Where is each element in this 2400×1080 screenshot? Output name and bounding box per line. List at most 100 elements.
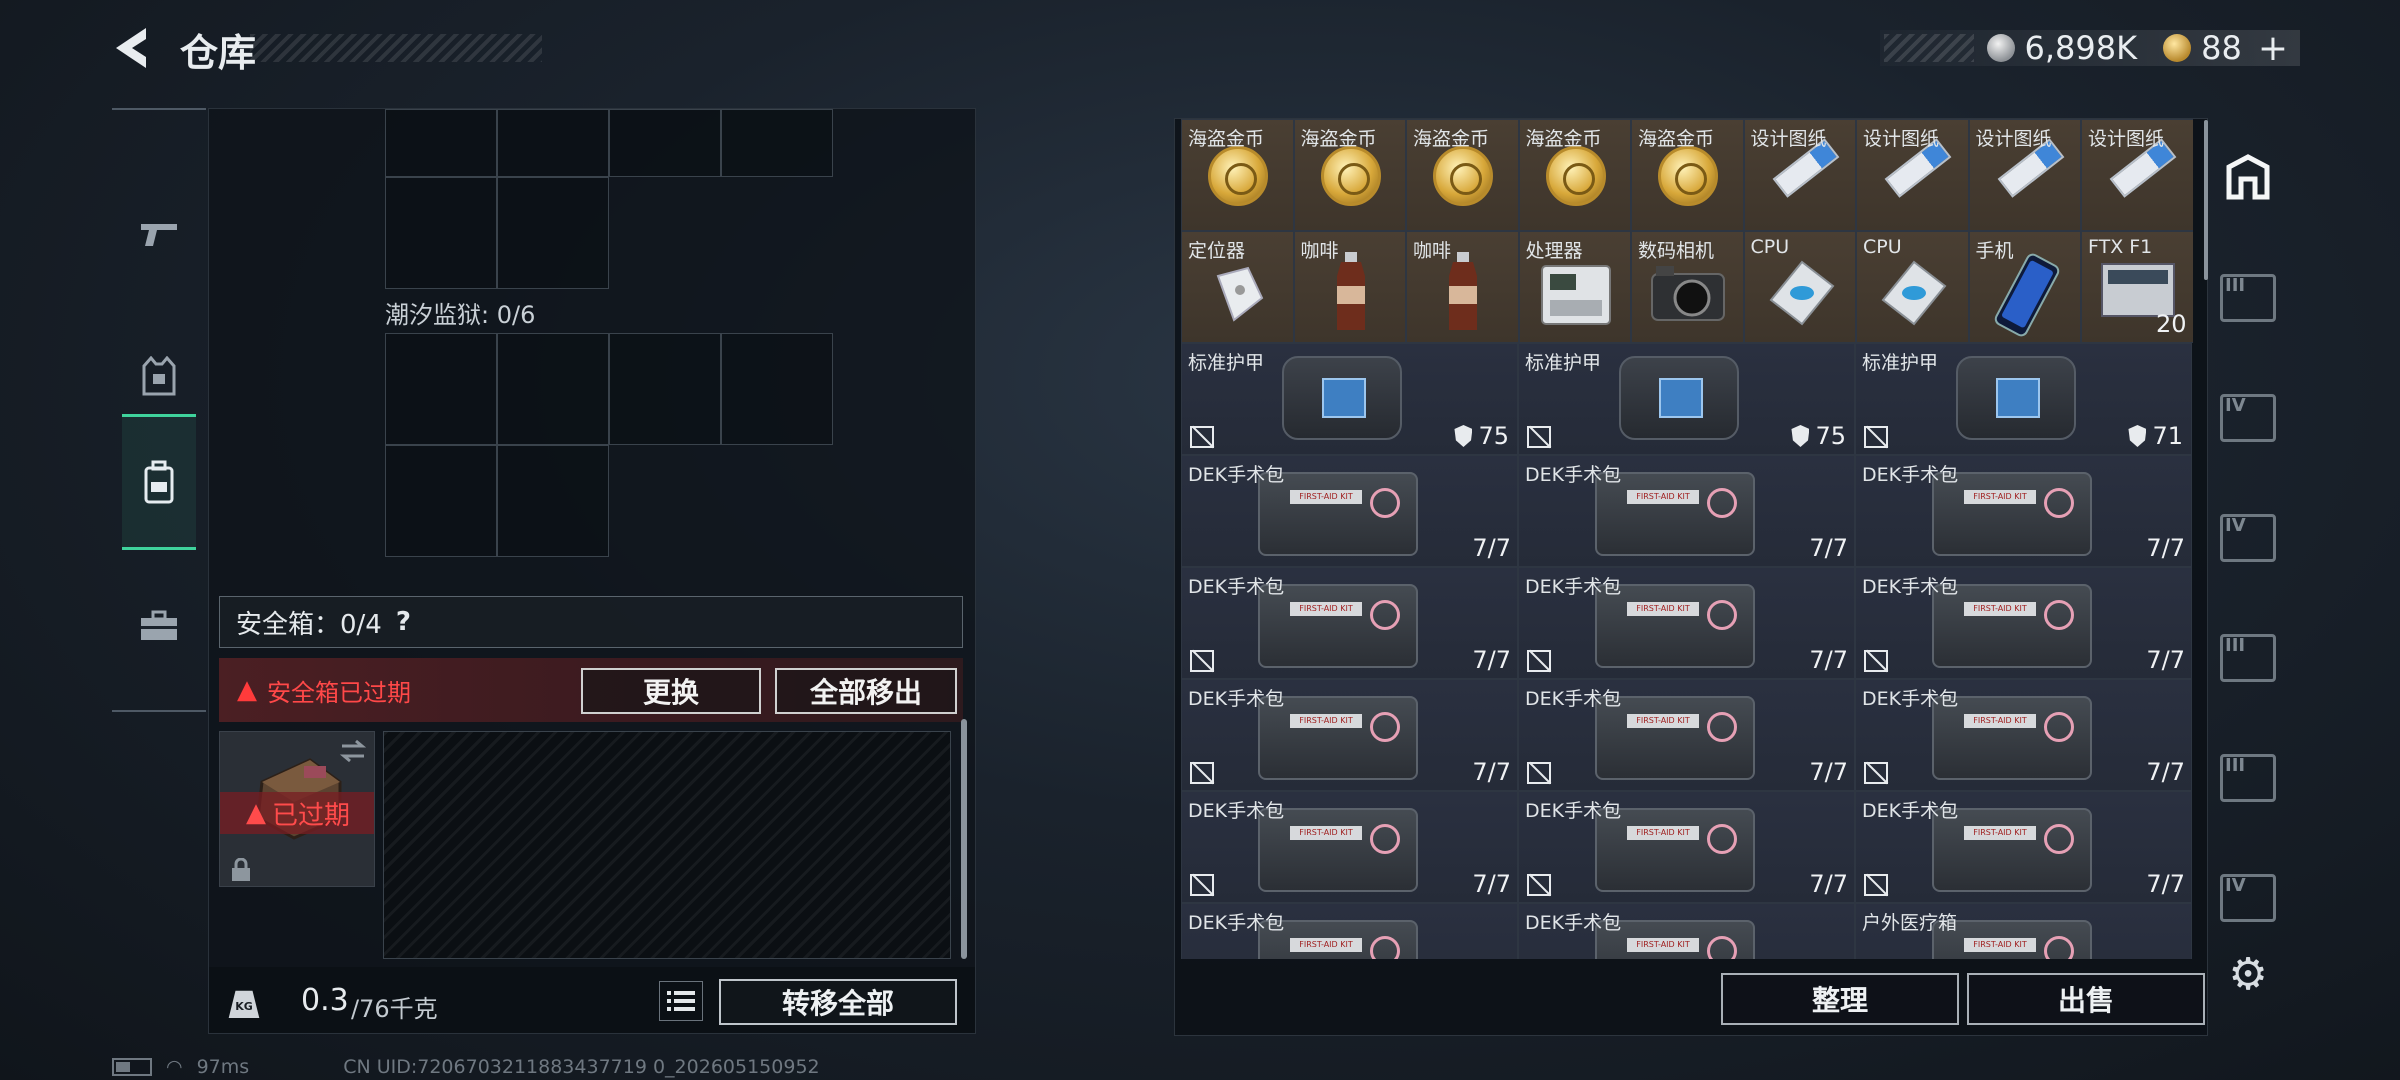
filter-tab-tier-3-c[interactable]: III — [2214, 728, 2282, 828]
container-slot[interactable] — [497, 109, 609, 177]
inventory-item[interactable]: 咖啡 — [1293, 231, 1406, 343]
armor-item[interactable]: 标准护甲 71 — [1855, 343, 2192, 455]
medkit-item[interactable]: FIRST-AID KIT DEK手术包 7/7 — [1181, 455, 1518, 567]
kit-label: FIRST-AID KIT — [1627, 714, 1699, 728]
filter-tab-all[interactable] — [2214, 128, 2282, 228]
sell-button[interactable]: 出售 — [1967, 973, 2205, 1025]
category-nav — [112, 108, 206, 712]
help-button[interactable]: ? — [396, 607, 411, 637]
add-currency-button[interactable]: + — [2258, 28, 2288, 69]
armor-item[interactable]: 标准护甲 75 — [1181, 343, 1518, 455]
list-icon — [667, 991, 695, 1011]
item-name: DEK手术包 — [1188, 912, 1285, 934]
no-trade-icon — [1864, 762, 1888, 784]
medkit-item[interactable]: FIRST-AID KIT DEK手术包 7/7 — [1855, 455, 2192, 567]
gold-coin-icon — [2163, 34, 2192, 62]
transfer-all-button[interactable]: 转移全部 — [719, 979, 957, 1025]
container-slot[interactable] — [385, 333, 497, 445]
replace-button[interactable]: 更换 — [581, 668, 761, 714]
inventory-item[interactable]: 定位器 — [1181, 231, 1294, 343]
medkit-item[interactable]: FIRST-AID KIT DEK手术包 7/7 — [1181, 679, 1518, 791]
container-slot[interactable] — [385, 109, 497, 177]
armor-durability: 75 — [1791, 422, 1846, 450]
container-slot[interactable] — [609, 109, 721, 177]
medkit-item[interactable]: FIRST-AID KIT DEK手术包 7/7 — [1518, 791, 1855, 903]
item-name: 设计图纸 — [1863, 128, 1940, 150]
container-slot[interactable] — [497, 333, 609, 445]
inventory-item[interactable]: FTX F1 20 — [2081, 231, 2193, 343]
inventory-item[interactable]: 处理器 — [1518, 231, 1631, 343]
container-slot[interactable] — [497, 177, 609, 289]
inventory-scrollbar[interactable] — [2204, 120, 2208, 280]
item-name: DEK手术包 — [1525, 800, 1622, 822]
inventory-item[interactable]: 海盗金币 — [1406, 119, 1519, 231]
inventory-item[interactable]: 海盗金币 — [1518, 119, 1631, 231]
swap-icon[interactable] — [338, 738, 368, 764]
filter-tab-tier-4-c[interactable]: IV — [2214, 848, 2282, 948]
medkit-item[interactable]: FIRST-AID KIT 户外医疗箱 — [1855, 903, 2192, 959]
filter-tab-tier-3-b[interactable]: III — [2214, 608, 2282, 708]
medkit-item[interactable]: FIRST-AID KIT DEK手术包 7/7 — [1181, 567, 1518, 679]
container-slot[interactable] — [609, 333, 721, 445]
filter-tab-tier-4-b[interactable]: IV — [2214, 488, 2282, 588]
inventory-item[interactable]: 咖啡 — [1406, 231, 1519, 343]
nav-case[interactable] — [122, 558, 196, 694]
inventory-item[interactable]: 海盗金币 — [1181, 119, 1294, 231]
container-slot[interactable] — [497, 445, 609, 557]
wifi-icon: ◠ — [166, 1056, 183, 1078]
item-name: DEK手术包 — [1525, 576, 1622, 598]
inventory-item[interactable]: 海盗金币 — [1293, 119, 1406, 231]
list-view-button[interactable] — [659, 981, 703, 1021]
container-slot[interactable] — [385, 177, 497, 289]
item-uses: 7/7 — [1472, 870, 1511, 898]
inventory-item[interactable]: CPU — [1856, 231, 1969, 343]
inventory-item[interactable]: 设计图纸 — [1743, 119, 1856, 231]
no-trade-icon — [1190, 874, 1214, 896]
container-slot[interactable] — [721, 333, 833, 445]
medkit-item[interactable]: FIRST-AID KIT DEK手术包 7/7 — [1518, 567, 1855, 679]
item-name: 海盗金币 — [1413, 128, 1490, 150]
item-name: 海盗金币 — [1525, 128, 1602, 150]
kit-label: FIRST-AID KIT — [1964, 714, 2036, 728]
medkit-item[interactable]: FIRST-AID KIT DEK手术包 7/7 — [1855, 791, 2192, 903]
nav-weapon[interactable] — [122, 166, 196, 302]
safe-case-slot[interactable]: ▲ 已过期 — [219, 731, 375, 887]
container-slot[interactable] — [721, 109, 833, 177]
medkit-item[interactable]: FIRST-AID KIT DEK手术包 7/7 — [1855, 679, 2192, 791]
currency-decoration — [1884, 34, 1974, 62]
armor-item[interactable]: 标准护甲 75 — [1518, 343, 1855, 455]
item-name: 处理器 — [1525, 240, 1583, 262]
safe-box-grid[interactable] — [383, 731, 951, 959]
medkit-item[interactable]: FIRST-AID KIT DEK手术包 — [1518, 903, 1855, 959]
item-name: DEK手术包 — [1862, 576, 1959, 598]
inventory-item[interactable]: 设计图纸 — [2081, 119, 2193, 231]
container-slot[interactable] — [385, 445, 497, 557]
back-button[interactable] — [110, 24, 158, 72]
no-trade-icon — [1527, 650, 1551, 672]
settings-button[interactable]: ⚙ — [2224, 949, 2272, 1000]
medkit-item[interactable]: FIRST-AID KIT DEK手术包 7/7 — [1181, 791, 1518, 903]
container-scrollbar[interactable] — [961, 719, 967, 959]
medkit-item[interactable]: FIRST-AID KIT DEK手术包 — [1181, 903, 1518, 959]
pirate-coin-image — [1320, 146, 1381, 206]
medkit-item[interactable]: FIRST-AID KIT DEK手术包 7/7 — [1855, 567, 2192, 679]
remove-all-button[interactable]: 全部移出 — [775, 668, 957, 714]
inventory-item[interactable]: 数码相机 — [1631, 231, 1744, 343]
inventory-item[interactable]: 手机 — [1968, 231, 2081, 343]
filter-tab-tier-4-a[interactable]: IV — [2214, 368, 2282, 468]
category-icon: IV — [2220, 514, 2276, 562]
inventory-item[interactable]: CPU — [1743, 231, 1856, 343]
inventory-item[interactable]: 设计图纸 — [1856, 119, 1969, 231]
sort-button[interactable]: 整理 — [1721, 973, 1959, 1025]
nav-backpack[interactable] — [122, 414, 196, 550]
inventory-item[interactable]: 海盗金币 — [1631, 119, 1744, 231]
medkit-item[interactable]: FIRST-AID KIT DEK手术包 7/7 — [1518, 679, 1855, 791]
shield-icon — [1454, 425, 1473, 447]
item-name: DEK手术包 — [1188, 576, 1285, 598]
kit-label: FIRST-AID KIT — [1627, 826, 1699, 840]
scissors-icon — [1370, 600, 1400, 630]
inventory-item[interactable]: 设计图纸 — [1968, 119, 2081, 231]
briefcase-icon — [141, 610, 177, 640]
medkit-item[interactable]: FIRST-AID KIT DEK手术包 7/7 — [1518, 455, 1855, 567]
filter-tab-tier-3-a[interactable]: III — [2214, 248, 2282, 348]
